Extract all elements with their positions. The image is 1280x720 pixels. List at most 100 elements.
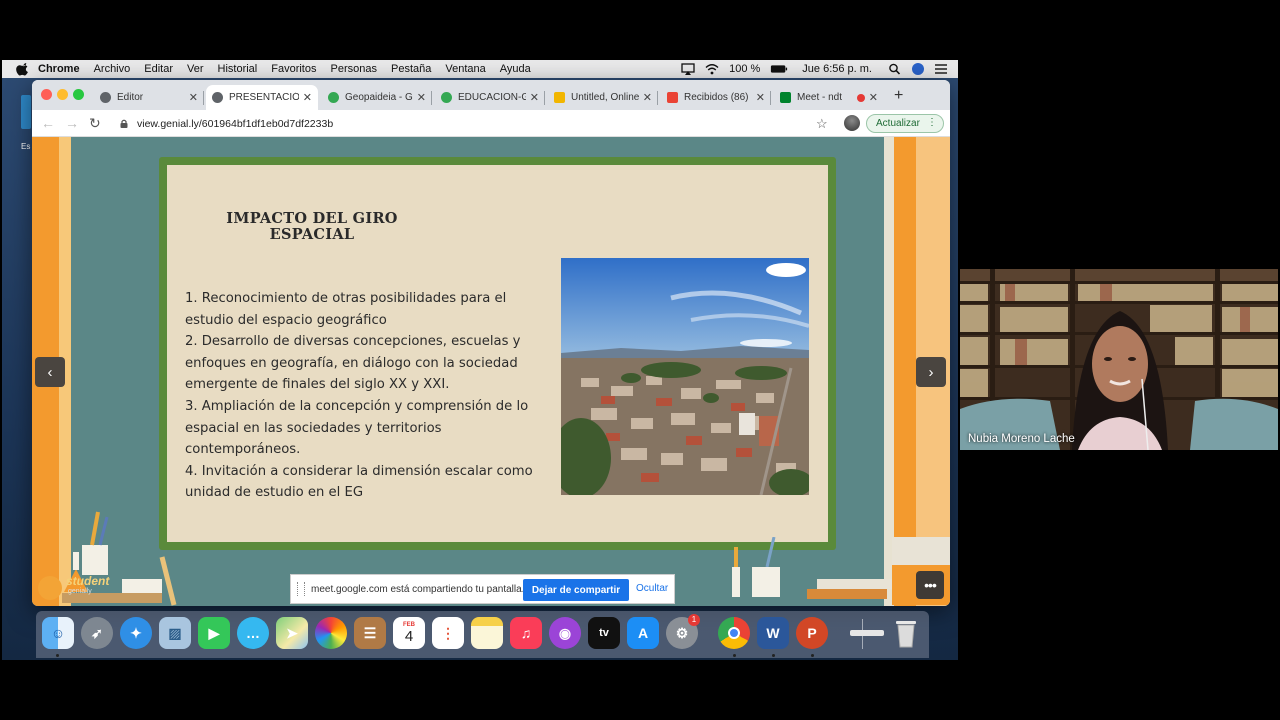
list-item: 1. Reconocimiento de otras posibilidades… (185, 291, 507, 328)
music-icon[interactable]: ♫ (510, 617, 542, 649)
slide-frame: IMPACTO DEL GIRO ESPACIAL 1. Reconocimie… (159, 157, 836, 550)
city-aerial-photo (561, 258, 809, 495)
calendar-icon[interactable]: FEB 4 (393, 617, 425, 649)
tab-geopaideia[interactable]: Geopaideia - G ✕ (322, 85, 432, 110)
desktop-item[interactable] (21, 95, 31, 129)
menu-editar[interactable]: Editar (144, 63, 173, 75)
lock-icon[interactable] (120, 119, 128, 128)
notes-icon[interactable] (471, 617, 503, 649)
menubar-clock[interactable]: Jue 6:56 p. m. (802, 63, 872, 75)
genially-presentation: IMPACTO DEL GIRO ESPACIAL 1. Reconocimie… (32, 137, 950, 606)
app-store-icon[interactable]: A (627, 617, 659, 649)
menu-ayuda[interactable]: Ayuda (500, 63, 531, 75)
tab-untitled-online[interactable]: Untitled, Online ✕ (548, 85, 658, 110)
apple-icon[interactable] (16, 62, 30, 76)
forward-arrow-icon[interactable]: → (65, 115, 79, 131)
tab-meet[interactable]: Meet - ndt ✕ (774, 85, 884, 110)
minimize-window-button[interactable] (57, 89, 68, 100)
chrome-favicon-icon (100, 92, 111, 103)
more-options-icon[interactable]: ⋮ (927, 117, 937, 128)
slide-list: 1. Reconocimiento de otras posibilidades… (185, 288, 537, 504)
menu-historial[interactable]: Historial (218, 63, 258, 75)
settings-badge: 1 (688, 614, 700, 626)
tab-label: Recibidos (86) (684, 92, 749, 103)
address-bar[interactable]: view.genial.ly/601964bf1df1eb0d7df2233b (112, 113, 832, 134)
meet-stage: Chrome Archivo Editar Ver Historial Favo… (0, 0, 1280, 720)
participant-video-frame (960, 269, 1278, 450)
spotlight-search-icon[interactable] (888, 63, 902, 75)
tab-close-icon[interactable]: ✕ (417, 91, 426, 104)
tab-label: Geopaideia - G (345, 92, 413, 103)
next-slide-button[interactable]: › (916, 357, 946, 387)
finder-icon[interactable]: ☺ (42, 617, 74, 649)
zoom-window-button[interactable] (73, 89, 84, 100)
powerpoint-icon[interactable]: P (796, 617, 828, 649)
word-icon[interactable]: W (757, 617, 789, 649)
battery-icon[interactable] (770, 63, 788, 75)
menu-pestana[interactable]: Pestaña (391, 63, 431, 75)
powerpoint-letter: P (807, 625, 817, 641)
hide-button[interactable]: Ocultar (636, 583, 668, 594)
menu-app-name[interactable]: Chrome (38, 63, 80, 75)
participant-video-tile[interactable]: Nubia Moreno Lache (960, 269, 1278, 450)
facetime-icon[interactable]: ▶ (198, 617, 230, 649)
apple-tv-icon[interactable]: tv (588, 617, 620, 649)
tab-educacion[interactable]: EDUCACION-G ✕ (435, 85, 545, 110)
launchpad-icon[interactable]: ➶ (81, 617, 113, 649)
trash-icon[interactable] (890, 617, 922, 649)
menu-ver[interactable]: Ver (187, 63, 204, 75)
chrome-icon[interactable] (718, 617, 750, 649)
slide: IMPACTO DEL GIRO ESPACIAL 1. Reconocimie… (167, 165, 828, 542)
student-genially-logo[interactable]: student genially (38, 574, 118, 602)
logo-sub: genially (68, 588, 92, 595)
bookmark-star-icon[interactable]: ☆ (816, 116, 828, 132)
previous-slide-button[interactable]: ‹ (35, 357, 65, 387)
back-arrow-icon[interactable]: ← (41, 115, 55, 131)
menu-personas[interactable]: Personas (331, 63, 377, 75)
contacts-icon[interactable]: ☰ (354, 617, 386, 649)
tab-gmail[interactable]: Recibidos (86) ✕ (661, 85, 771, 110)
desktop-item-label: Es (21, 142, 31, 151)
tab-close-icon[interactable]: ✕ (869, 91, 878, 104)
reminders-icon[interactable]: ⋮ (432, 617, 464, 649)
participant-name: Nubia Moreno Lache (968, 433, 1075, 445)
screen-share-bar: meet.google.com está compartiendo tu pan… (290, 574, 675, 604)
classroom-favicon-icon (441, 92, 452, 103)
tab-close-icon[interactable]: ✕ (530, 91, 539, 104)
tab-presentacion[interactable]: PRESENTACIÓN ✕ (206, 85, 318, 110)
tab-close-icon[interactable]: ✕ (643, 91, 652, 104)
shared-screen: Chrome Archivo Editar Ver Historial Favo… (2, 60, 958, 660)
tab-close-icon[interactable]: ✕ (756, 91, 765, 104)
podcasts-icon[interactable]: ◉ (549, 617, 581, 649)
profile-avatar[interactable] (844, 115, 860, 131)
drag-handle-icon[interactable] (297, 582, 305, 596)
calendar-day: 4 (404, 627, 414, 645)
safari-icon[interactable]: ✦ (120, 617, 152, 649)
close-window-button[interactable] (41, 89, 52, 100)
new-tab-icon[interactable]: + (894, 87, 903, 105)
photos-icon[interactable] (315, 617, 347, 649)
list-item: 3. Ampliación de la concepción y compren… (185, 398, 529, 458)
tab-editor[interactable]: Editor ✕ (94, 85, 204, 110)
stop-sharing-button[interactable]: Dejar de compartir (523, 579, 629, 601)
menu-archivo[interactable]: Archivo (94, 63, 131, 75)
messages-icon[interactable]: … (237, 617, 269, 649)
wifi-icon[interactable] (705, 63, 719, 75)
airplay-icon[interactable] (681, 63, 695, 75)
tab-label: Editor (117, 92, 144, 103)
recording-dot-icon (856, 93, 865, 102)
maps-icon[interactable]: ➤ (276, 617, 308, 649)
more-options-button[interactable]: ••• (916, 571, 944, 599)
preview-icon[interactable]: ▨ (159, 617, 191, 649)
tab-label: Meet - ndt (797, 92, 843, 103)
notification-center-icon[interactable] (934, 63, 948, 75)
stop-sharing-label: Dejar de compartir (531, 584, 621, 596)
menu-ventana[interactable]: Ventana (445, 63, 485, 75)
user-avatar-icon[interactable] (912, 63, 924, 75)
tab-close-icon[interactable]: ✕ (303, 91, 312, 104)
update-button[interactable]: Actualizar ⋮ (866, 114, 944, 133)
reload-icon[interactable]: ↻ (89, 115, 101, 132)
tab-close-icon[interactable]: ✕ (189, 91, 198, 104)
menu-favoritos[interactable]: Favoritos (271, 63, 316, 75)
downloads-stack-icon[interactable] (848, 617, 886, 649)
